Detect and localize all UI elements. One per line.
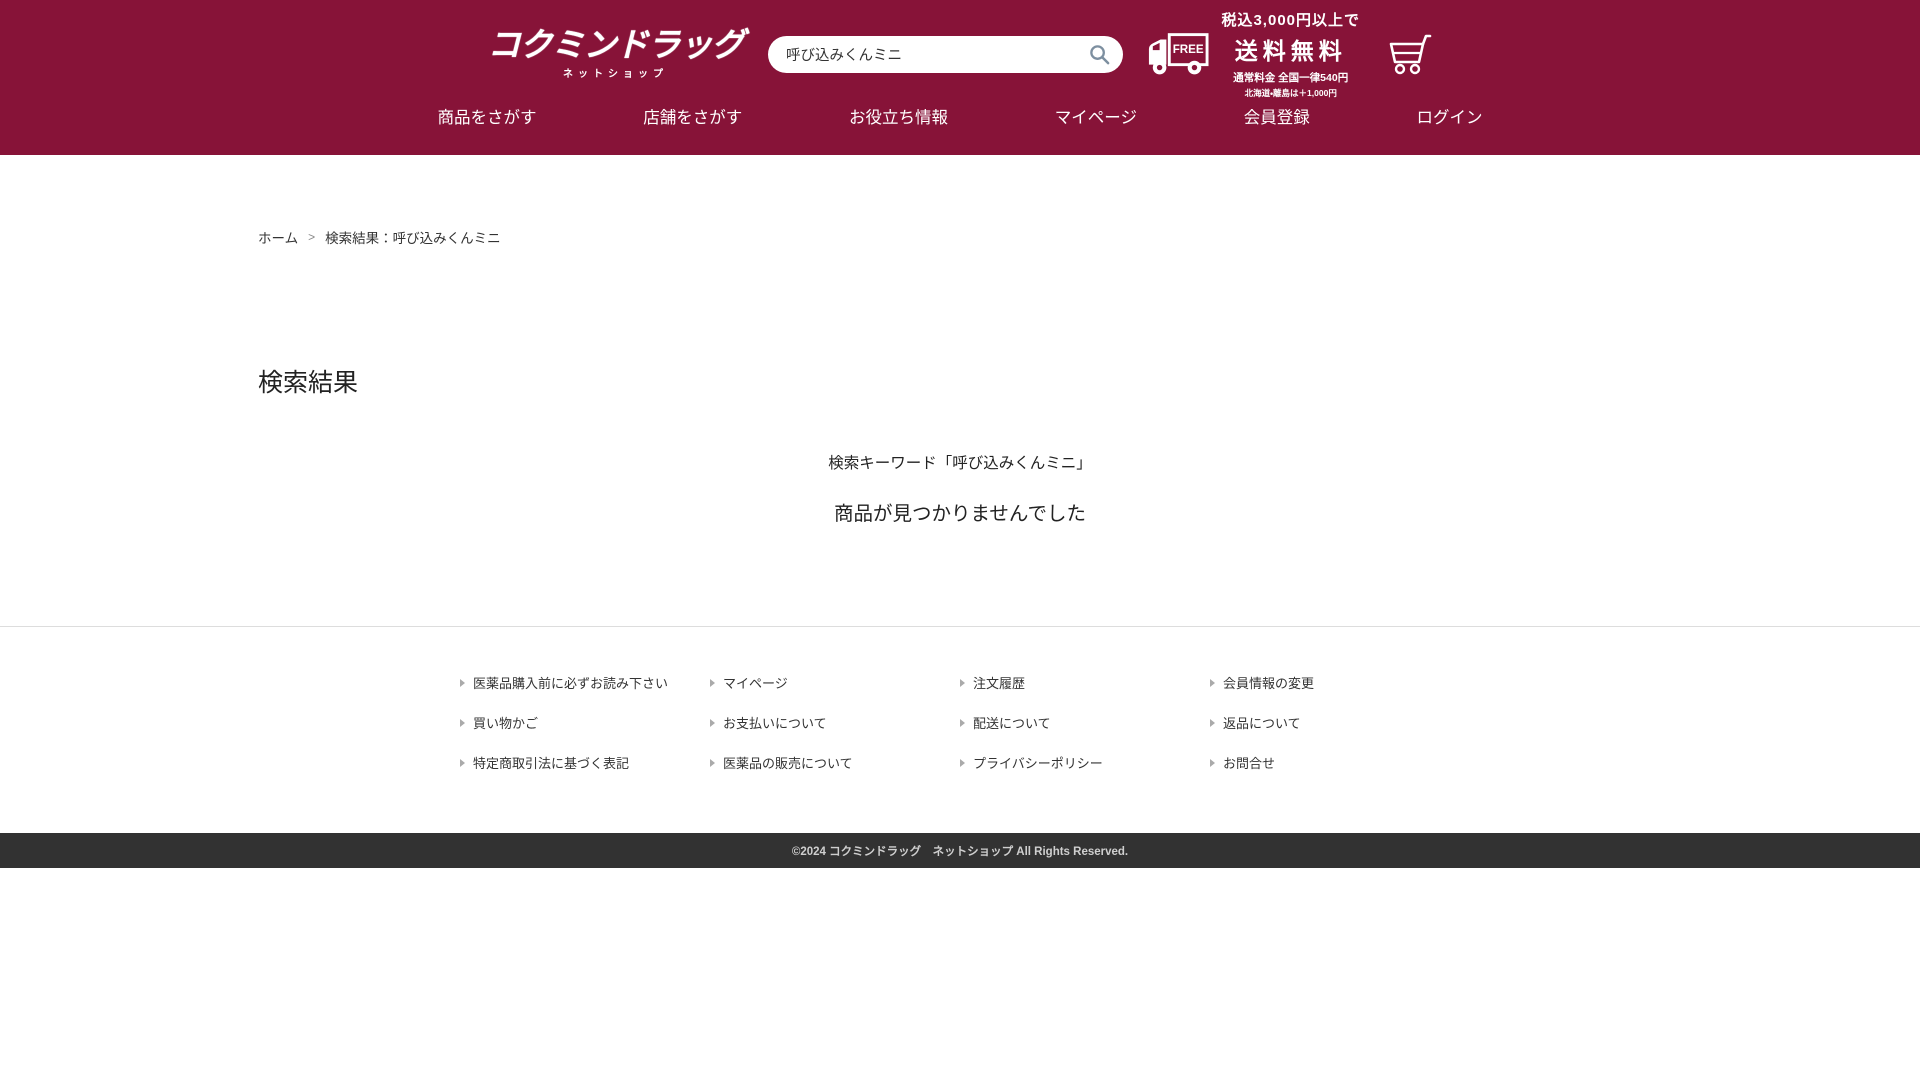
arrow-right-icon [1210, 759, 1215, 767]
site-logo[interactable]: コクミンドラッグ ネットショップ [488, 28, 744, 80]
cart-icon[interactable] [1385, 30, 1433, 78]
footer-link-my-page[interactable]: マイページ [710, 673, 960, 692]
arrow-right-icon [1210, 719, 1215, 727]
footer-link-member-info[interactable]: 会員情報の変更 [1210, 673, 1460, 692]
site-logo-subtitle: ネットショップ [488, 65, 744, 80]
footer-link-contact[interactable]: お問合せ [1210, 753, 1460, 772]
nav-item-useful-info[interactable]: お役立ち情報 [849, 104, 948, 128]
breadcrumb-home-link[interactable]: ホーム [258, 227, 298, 247]
breadcrumb: ホーム > 検索結果：呼び込みくんミニ [258, 227, 1662, 247]
arrow-right-icon [460, 719, 465, 727]
nav-item-search-stores[interactable]: 店舗をさがす [643, 104, 742, 128]
arrow-right-icon [460, 679, 465, 687]
arrow-right-icon [460, 759, 465, 767]
footer-column-1: 医薬品購入前に必ずお読み下さい 買い物かご 特定商取引法に基づく表記 [460, 673, 710, 793]
shipping-normal-fee: 通常料金 全国一律540円 [1221, 70, 1360, 85]
search-keyword-line: 検索キーワード「呼び込みくんミニ」 [258, 451, 1662, 473]
breadcrumb-current: 検索結果：呼び込みくんミニ [325, 227, 501, 247]
nav-item-search-products[interactable]: 商品をさがす [438, 104, 537, 128]
footer-link-order-history[interactable]: 注文履歴 [960, 673, 1210, 692]
nav-item-login[interactable]: ログイン [1417, 104, 1483, 128]
arrow-right-icon [960, 719, 965, 727]
footer-column-2: マイページ お支払いについて 医薬品の販売について [710, 673, 960, 793]
arrow-right-icon [710, 719, 715, 727]
footer-links-section: 医薬品購入前に必ずお読み下さい 買い物かご 特定商取引法に基づく表記 マイページ [0, 626, 1920, 833]
copyright-text: ©2024 コクミンドラッグ ネットショップ All Rights Reserv… [792, 843, 1128, 859]
breadcrumb-separator: > [308, 230, 315, 244]
search-box [768, 36, 1123, 73]
footer-column-4: 会員情報の変更 返品について お問合せ [1210, 673, 1460, 793]
footer-link-returns[interactable]: 返品について [1210, 713, 1460, 732]
search-icon[interactable] [1088, 43, 1111, 66]
footer-link-shopping-cart[interactable]: 買い物かご [460, 713, 710, 732]
nav-item-register[interactable]: 会員登録 [1244, 104, 1310, 128]
arrow-right-icon [960, 679, 965, 687]
shipping-free-text: 送料無料 [1221, 32, 1360, 66]
free-shipping-banner: FREE 税込3,000円以上で 送料無料 通常料金 全国一律540円 北海道・… [1147, 9, 1360, 99]
shipping-threshold: 税込3,000円以上で [1221, 9, 1360, 30]
footer-link-delivery[interactable]: 配送について [960, 713, 1210, 732]
site-logo-title: コクミンドラッグ [488, 28, 744, 61]
footer-link-read-before-purchase[interactable]: 医薬品購入前に必ずお読み下さい [460, 673, 710, 692]
footer-link-privacy-policy[interactable]: プライバシーポリシー [960, 753, 1210, 772]
footer-link-drug-sales[interactable]: 医薬品の販売について [710, 753, 960, 772]
search-input[interactable] [768, 36, 1123, 73]
arrow-right-icon [710, 759, 715, 767]
shipping-remote-fee: 北海道・離島は＋1,000円 [1221, 87, 1360, 99]
site-footer: 医薬品購入前に必ずお読み下さい 買い物かご 特定商取引法に基づく表記 マイページ [0, 626, 1920, 868]
header-top-row: コクミンドラッグ ネットショップ FREE 税込3,000円以上で [488, 0, 1433, 90]
footer-link-commercial-law[interactable]: 特定商取引法に基づく表記 [460, 753, 710, 772]
footer-link-payment[interactable]: お支払いについて [710, 713, 960, 732]
site-header: コクミンドラッグ ネットショップ FREE 税込3,000円以上で [0, 0, 1920, 155]
arrow-right-icon [960, 759, 965, 767]
page-title: 検索結果 [258, 363, 1662, 399]
truck-icon: FREE [1147, 31, 1209, 77]
arrow-right-icon [1210, 679, 1215, 687]
arrow-right-icon [710, 679, 715, 687]
nav-item-my-page[interactable]: マイページ [1055, 104, 1137, 128]
no-result-message: 商品が見つかりませんでした [258, 497, 1662, 526]
copyright-bar: ©2024 コクミンドラッグ ネットショップ All Rights Reserv… [0, 833, 1920, 868]
main-content: ホーム > 検索結果：呼び込みくんミニ 検索結果 検索キーワード「呼び込みくんミ… [258, 227, 1662, 526]
footer-column-3: 注文履歴 配送について プライバシーポリシー [960, 673, 1210, 793]
shipping-text: 税込3,000円以上で 送料無料 通常料金 全国一律540円 北海道・離島は＋1… [1221, 9, 1360, 99]
search-result-block: 検索キーワード「呼び込みくんミニ」 商品が見つかりませんでした [258, 451, 1662, 526]
truck-free-label: FREE [1173, 43, 1204, 56]
